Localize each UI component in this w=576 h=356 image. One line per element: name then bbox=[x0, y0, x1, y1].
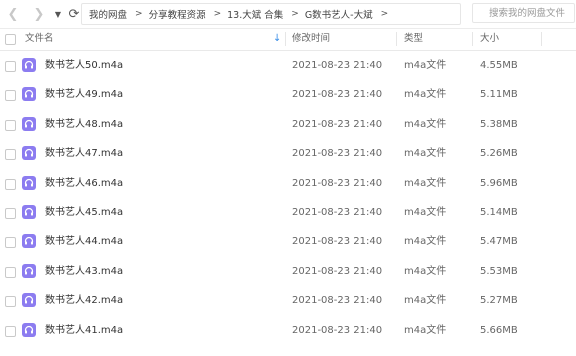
file-size: 5.26MB bbox=[480, 148, 518, 160]
file-row[interactable]: 数书艺人47.m4a 2021-08-23 21:40 m4a文件 5.26MB bbox=[0, 139, 576, 168]
file-modified-time: 2021-08-23 21:40 bbox=[292, 324, 383, 336]
audio-file-icon bbox=[22, 116, 36, 131]
file-modified-time: 2021-08-23 21:40 bbox=[292, 177, 383, 189]
file-name[interactable]: 数书艺人49.m4a bbox=[45, 80, 123, 109]
audio-file-icon bbox=[22, 322, 36, 337]
row-checkbox[interactable] bbox=[5, 296, 16, 308]
chevron-right-icon[interactable]: > bbox=[373, 9, 395, 19]
column-divider[interactable] bbox=[541, 32, 542, 46]
file-type: m4a文件 bbox=[404, 177, 447, 189]
file-row[interactable]: 数书艺人43.m4a 2021-08-23 21:40 m4a文件 5.53MB bbox=[0, 257, 576, 286]
file-row[interactable]: 数书艺人49.m4a 2021-08-23 21:40 m4a文件 5.11MB bbox=[0, 80, 576, 109]
file-name[interactable]: 数书艺人45.m4a bbox=[45, 198, 123, 227]
file-name[interactable]: 数书艺人50.m4a bbox=[45, 51, 123, 80]
file-row[interactable]: 数书艺人45.m4a 2021-08-23 21:40 m4a文件 5.14MB bbox=[0, 198, 576, 227]
file-type: m4a文件 bbox=[404, 236, 447, 248]
file-row[interactable]: 数书艺人42.m4a 2021-08-23 21:40 m4a文件 5.27MB bbox=[0, 286, 576, 315]
file-type: m4a文件 bbox=[404, 265, 447, 277]
file-name[interactable]: 数书艺人41.m4a bbox=[45, 316, 123, 345]
file-size: 5.47MB bbox=[480, 236, 518, 248]
audio-file-icon bbox=[22, 234, 36, 249]
file-type: m4a文件 bbox=[404, 89, 447, 101]
search-input[interactable] bbox=[487, 6, 576, 20]
file-modified-time: 2021-08-23 21:40 bbox=[292, 236, 383, 248]
chevron-right-icon: > bbox=[291, 9, 299, 19]
audio-file-icon bbox=[22, 204, 36, 219]
file-size: 5.38MB bbox=[480, 118, 518, 130]
file-size: 4.55MB bbox=[480, 60, 518, 71]
file-name[interactable]: 数书艺人47.m4a bbox=[45, 139, 123, 168]
breadcrumb-item-shared-tutorials[interactable]: 分享教程资源 bbox=[149, 7, 206, 21]
row-checkbox[interactable] bbox=[5, 61, 16, 72]
file-size: 5.27MB bbox=[480, 295, 518, 307]
file-row[interactable]: 数书艺人46.m4a 2021-08-23 21:40 m4a文件 5.96MB bbox=[0, 169, 576, 198]
column-header-modified-time[interactable]: 修改时间 bbox=[292, 28, 330, 50]
file-size: 5.53MB bbox=[480, 265, 518, 277]
column-header-type[interactable]: 类型 bbox=[404, 28, 423, 50]
refresh-icon[interactable]: ⟳ bbox=[66, 4, 82, 24]
sort-down-arrow-icon[interactable]: ↓ bbox=[273, 28, 281, 50]
audio-file-icon bbox=[22, 58, 36, 72]
file-modified-time: 2021-08-23 21:40 bbox=[292, 265, 383, 277]
column-header-name[interactable]: 文件名 bbox=[25, 28, 54, 50]
navigation-toolbar: ❮ ❯ ▼ ⟳ 我的网盘 > 分享教程资源 > 13.大斌 合集 > G数书艺人… bbox=[0, 0, 576, 29]
file-row[interactable]: 数书艺人48.m4a 2021-08-23 21:40 m4a文件 5.38MB bbox=[0, 110, 576, 139]
chevron-left-icon[interactable]: ❮ bbox=[4, 4, 22, 24]
row-checkbox[interactable] bbox=[5, 149, 16, 161]
file-row[interactable]: 数书艺人50.m4a 2021-08-23 21:40 m4a文件 4.55MB bbox=[0, 51, 576, 80]
file-size: 5.66MB bbox=[480, 324, 518, 336]
column-divider[interactable] bbox=[396, 32, 397, 46]
column-header-size[interactable]: 大小 bbox=[480, 28, 499, 50]
file-modified-time: 2021-08-23 21:40 bbox=[292, 148, 383, 160]
file-row[interactable]: 数书艺人44.m4a 2021-08-23 21:40 m4a文件 5.47MB bbox=[0, 227, 576, 256]
file-type: m4a文件 bbox=[404, 206, 447, 218]
file-modified-time: 2021-08-23 21:40 bbox=[292, 206, 383, 218]
file-name[interactable]: 数书艺人44.m4a bbox=[45, 227, 123, 256]
chevron-right-icon: > bbox=[213, 9, 222, 19]
file-list-header: 文件名 ↓ 修改时间 类型 大小 bbox=[0, 28, 576, 51]
file-modified-time: 2021-08-23 21:40 bbox=[292, 60, 383, 71]
row-checkbox[interactable] bbox=[5, 207, 16, 219]
file-name[interactable]: 数书艺人48.m4a bbox=[45, 110, 123, 139]
file-type: m4a文件 bbox=[404, 118, 447, 130]
file-type: m4a文件 bbox=[404, 295, 447, 307]
row-checkbox[interactable] bbox=[5, 266, 16, 278]
file-type: m4a文件 bbox=[404, 324, 447, 336]
breadcrumb-item-collection[interactable]: 13.大斌 合集 bbox=[227, 7, 283, 21]
file-row[interactable]: 数书艺人41.m4a 2021-08-23 21:40 m4a文件 5.66MB bbox=[0, 316, 576, 345]
file-modified-time: 2021-08-23 21:40 bbox=[292, 295, 383, 307]
file-size: 5.11MB bbox=[480, 89, 518, 101]
file-list: 数书艺人50.m4a 2021-08-23 21:40 m4a文件 4.55MB… bbox=[0, 51, 576, 345]
row-checkbox[interactable] bbox=[5, 325, 16, 337]
file-type: m4a文件 bbox=[404, 60, 447, 71]
file-type: m4a文件 bbox=[404, 148, 447, 160]
audio-file-icon bbox=[22, 175, 36, 190]
breadcrumb-item-my-drive[interactable]: 我的网盘 bbox=[82, 7, 127, 21]
row-checkbox[interactable] bbox=[5, 90, 16, 102]
file-name[interactable]: 数书艺人46.m4a bbox=[45, 169, 123, 198]
column-divider[interactable] bbox=[472, 32, 473, 46]
row-checkbox[interactable] bbox=[5, 178, 16, 190]
file-name[interactable]: 数书艺人42.m4a bbox=[45, 286, 123, 315]
file-modified-time: 2021-08-23 21:40 bbox=[292, 89, 383, 101]
audio-file-icon bbox=[22, 146, 36, 161]
file-size: 5.14MB bbox=[480, 206, 518, 218]
audio-file-icon bbox=[22, 293, 36, 308]
audio-file-icon bbox=[22, 263, 36, 278]
search-box[interactable] bbox=[472, 3, 576, 23]
file-size: 5.96MB bbox=[480, 177, 518, 189]
chevron-right-icon: > bbox=[135, 9, 143, 19]
breadcrumb: 我的网盘 > 分享教程资源 > 13.大斌 合集 > G数书艺人-大斌 > bbox=[81, 3, 461, 25]
file-modified-time: 2021-08-23 21:40 bbox=[292, 118, 383, 130]
select-all-checkbox[interactable] bbox=[5, 34, 16, 45]
chevron-right-icon[interactable]: ❯ bbox=[30, 4, 48, 24]
row-checkbox[interactable] bbox=[5, 119, 16, 131]
file-name[interactable]: 数书艺人43.m4a bbox=[45, 257, 123, 286]
breadcrumb-item-current-folder[interactable]: G数书艺人-大斌 bbox=[305, 7, 373, 21]
caret-down-icon[interactable]: ▼ bbox=[52, 4, 64, 24]
row-checkbox[interactable] bbox=[5, 237, 16, 249]
column-divider[interactable] bbox=[285, 32, 286, 46]
audio-file-icon bbox=[22, 87, 36, 102]
